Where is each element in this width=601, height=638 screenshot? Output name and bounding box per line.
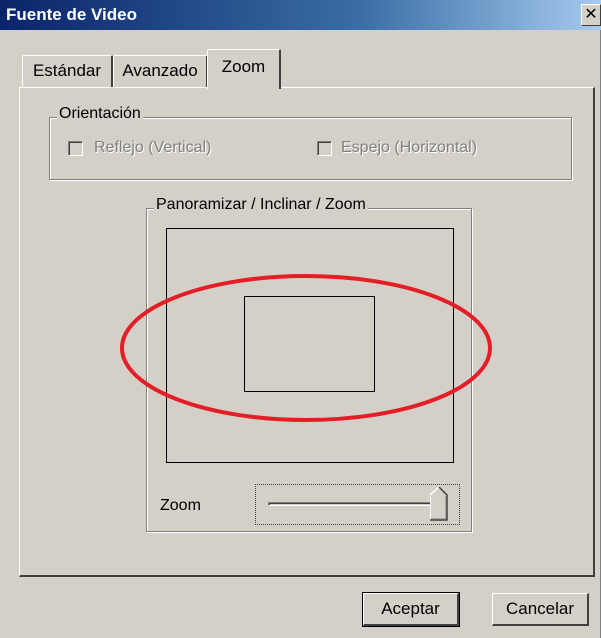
zoom-slider-track[interactable] — [268, 502, 448, 506]
zoom-label: Zoom — [160, 497, 201, 514]
espejo-checkbox[interactable] — [317, 141, 332, 156]
tab-zoom[interactable]: Zoom — [207, 49, 281, 89]
espejo-label: Espejo (Horizontal) — [341, 139, 478, 156]
orientation-group-label: Orientación — [57, 105, 143, 123]
title-bar[interactable]: Fuente de Video ✕ — [0, 0, 601, 30]
reflejo-label: Reflejo (Vertical) — [94, 139, 212, 156]
window-title: Fuente de Video — [6, 5, 137, 24]
close-button[interactable]: ✕ — [581, 4, 601, 26]
close-icon: ✕ — [584, 6, 598, 23]
pan-tilt-zoom-group-label: Panoramizar / Inclinar / Zoom — [154, 196, 368, 214]
ok-button[interactable]: Aceptar — [362, 592, 460, 627]
slider-thumb[interactable] — [430, 487, 448, 521]
video-source-dialog: Fuente de Video ✕ Estándar Avanzado Zoom… — [0, 0, 601, 638]
tab-avanzado[interactable]: Avanzado — [113, 55, 208, 88]
tab-estandar[interactable]: Estándar — [22, 55, 113, 88]
cancel-button[interactable]: Cancelar — [492, 593, 589, 626]
reflejo-checkbox[interactable] — [68, 141, 83, 156]
zoom-view-rectangle[interactable] — [244, 296, 375, 392]
